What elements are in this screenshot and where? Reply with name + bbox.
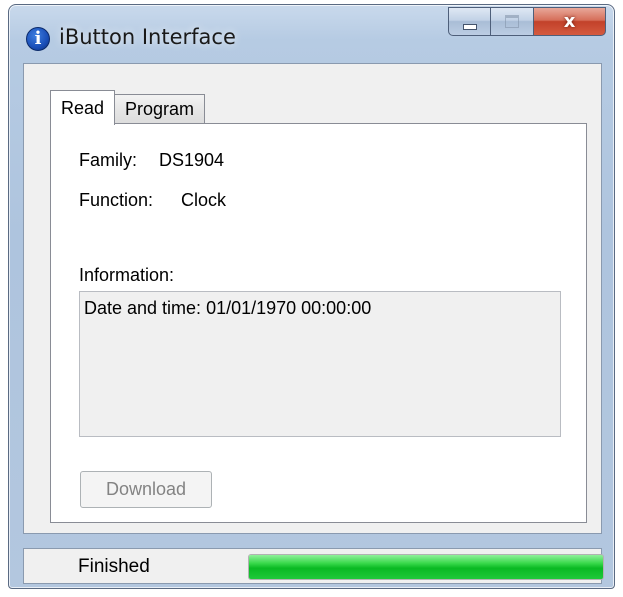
read-tab-page: Family: DS1904 Function: Clock Informati…: [50, 123, 587, 523]
family-value: DS1904: [159, 150, 225, 170]
tab-program[interactable]: Program: [114, 94, 206, 124]
function-value: Clock: [181, 190, 227, 210]
minimize-button[interactable]: [448, 7, 491, 36]
maximize-icon: [505, 15, 519, 28]
tab-read[interactable]: Read: [50, 90, 116, 125]
tab-strip: Read Program: [50, 88, 206, 125]
tab-program-label: Program: [125, 99, 195, 119]
title-bar[interactable]: i iButton Interface x: [9, 5, 614, 63]
app-window: i iButton Interface x Read Program Famil…: [8, 4, 615, 589]
window-title: iButton Interface: [59, 25, 236, 49]
maximize-button: [491, 7, 534, 36]
caption-buttons: x: [448, 7, 606, 37]
information-label: Information:: [79, 265, 175, 285]
family-label: Family:: [79, 150, 137, 170]
close-icon: x: [563, 11, 576, 32]
status-text: Finished: [78, 556, 150, 577]
info-icon: i: [26, 27, 50, 51]
status-bar: Finished: [23, 548, 604, 584]
close-button[interactable]: x: [534, 7, 606, 36]
progress-bar: [248, 554, 604, 580]
information-textbox[interactable]: Date and time: 01/01/1970 00:00:00: [79, 291, 561, 437]
progress-fill: [249, 555, 603, 579]
client-area: Read Program Family: DS1904 Function: Cl…: [23, 63, 602, 534]
information-text: Date and time: 01/01/1970 00:00:00: [84, 298, 372, 318]
download-button-label: Download: [105, 479, 187, 499]
minimize-icon: [462, 23, 477, 30]
function-label: Function:: [79, 190, 154, 210]
download-button: Download: [80, 471, 212, 508]
tab-read-label: Read: [61, 97, 105, 118]
